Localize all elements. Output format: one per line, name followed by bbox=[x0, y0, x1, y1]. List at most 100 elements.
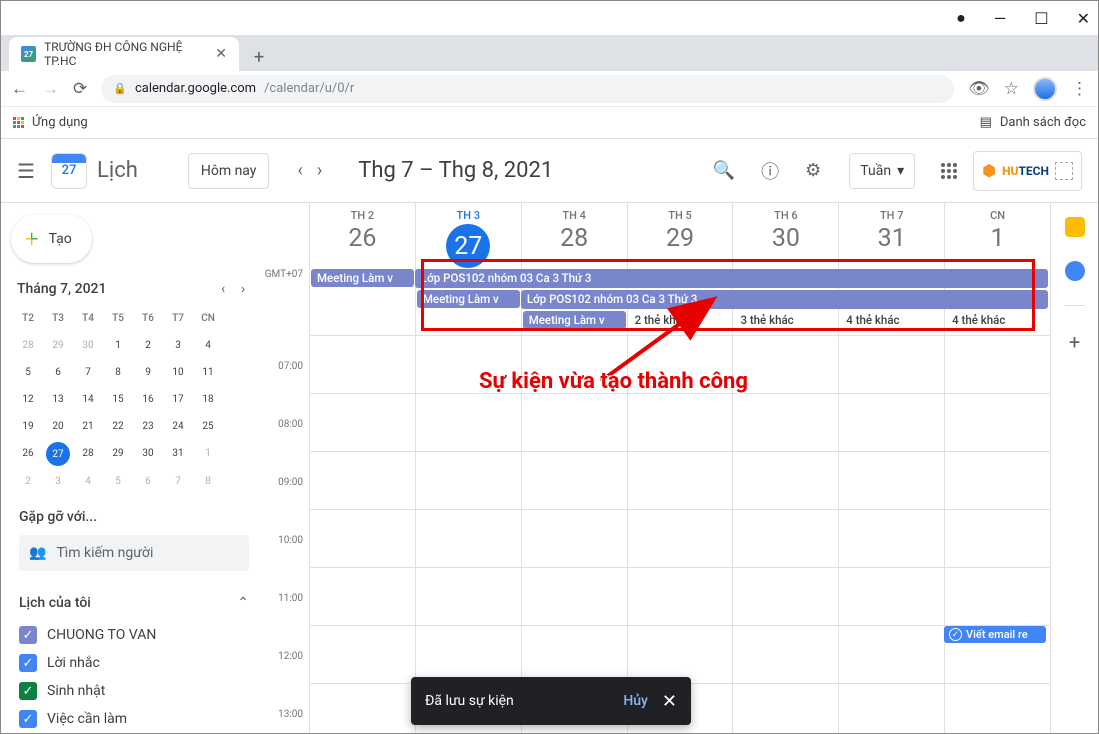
day-column[interactable] bbox=[838, 336, 944, 733]
calendar-item[interactable]: ✓Lời nhắc bbox=[19, 649, 249, 677]
more-events[interactable]: 4 thẻ khác bbox=[840, 311, 943, 329]
next-week-button[interactable]: › bbox=[313, 156, 326, 185]
mini-day[interactable]: 21 bbox=[73, 413, 103, 440]
mini-day[interactable]: 1 bbox=[103, 332, 133, 359]
day-header[interactable]: TH 226 bbox=[309, 203, 415, 268]
checkbox-icon[interactable]: ✓ bbox=[19, 682, 37, 700]
mini-day[interactable]: 8 bbox=[103, 359, 133, 386]
mini-day[interactable]: 25 bbox=[193, 413, 223, 440]
search-people-input[interactable]: 👥 Tìm kiếm người bbox=[19, 535, 249, 571]
mini-day[interactable]: 7 bbox=[73, 359, 103, 386]
mini-day[interactable]: 2 bbox=[13, 468, 43, 495]
calendar-item[interactable]: ✓Sinh nhật bbox=[19, 677, 249, 705]
mini-day[interactable]: 4 bbox=[193, 332, 223, 359]
settings-icon[interactable]: ⚙ bbox=[797, 152, 829, 189]
mini-next-button[interactable]: › bbox=[241, 282, 245, 297]
collapse-icon[interactable]: ⌃ bbox=[237, 595, 249, 611]
mini-day[interactable]: 9 bbox=[133, 359, 163, 386]
mini-day[interactable]: 18 bbox=[193, 386, 223, 413]
day-header[interactable]: TH 630 bbox=[732, 203, 838, 268]
checkbox-icon[interactable]: ✓ bbox=[19, 626, 37, 644]
url-input[interactable]: 🔒 calendar.google.com/calendar/u/0/r bbox=[101, 75, 954, 103]
multi-day-event[interactable]: Lớp POS102 nhóm 03 Ca 3 Thứ 3 bbox=[521, 290, 1048, 309]
more-events[interactable]: 4 thẻ khác bbox=[946, 311, 1049, 329]
mini-day[interactable]: 6 bbox=[43, 359, 73, 386]
mini-day[interactable]: 24 bbox=[163, 413, 193, 440]
maximize-button[interactable]: ☐ bbox=[1034, 9, 1048, 28]
event[interactable]: Meeting Làm v bbox=[523, 311, 626, 329]
reading-list-label[interactable]: Danh sách đọc bbox=[1000, 115, 1086, 130]
mini-day[interactable]: 30 bbox=[133, 440, 163, 467]
more-events[interactable]: 3 thẻ khác bbox=[734, 311, 837, 329]
more-events[interactable]: 2 thẻ khác bbox=[629, 311, 732, 329]
minimize-button[interactable]: — bbox=[994, 9, 1007, 28]
back-button[interactable]: ← bbox=[11, 79, 28, 99]
mini-day[interactable]: 22 bbox=[103, 413, 133, 440]
mini-day[interactable]: 16 bbox=[133, 386, 163, 413]
mini-day[interactable]: 29 bbox=[103, 440, 133, 467]
event[interactable]: Meeting Làm v bbox=[311, 269, 414, 287]
mini-day[interactable]: 30 bbox=[73, 332, 103, 359]
calendar-item[interactable]: ✓Việc cần làm bbox=[19, 705, 249, 733]
day-header[interactable]: TH 529 bbox=[627, 203, 733, 268]
mini-day[interactable]: 8 bbox=[193, 468, 223, 495]
browser-menu-icon[interactable]: ⋮ bbox=[1071, 79, 1088, 99]
mini-day[interactable]: 29 bbox=[43, 332, 73, 359]
day-column[interactable] bbox=[732, 336, 838, 733]
mini-day[interactable]: 10 bbox=[163, 359, 193, 386]
create-button[interactable]: + Tạo bbox=[11, 215, 92, 263]
toast-undo-button[interactable]: Hủy bbox=[623, 693, 648, 709]
mini-day[interactable]: 5 bbox=[103, 468, 133, 495]
org-brand[interactable]: ⬢ HUTECH bbox=[973, 151, 1082, 191]
menu-icon[interactable]: ☰ bbox=[17, 159, 41, 183]
mini-day[interactable]: 31 bbox=[163, 440, 193, 467]
day-header[interactable]: TH 428 bbox=[521, 203, 627, 268]
mini-day[interactable]: 14 bbox=[73, 386, 103, 413]
search-icon[interactable]: 🔍 bbox=[705, 152, 743, 189]
reload-button[interactable]: ⟳ bbox=[73, 79, 87, 99]
mini-day[interactable]: 15 bbox=[103, 386, 133, 413]
help-icon[interactable]: ⓘ bbox=[753, 150, 787, 192]
mini-day[interactable]: 5 bbox=[13, 359, 43, 386]
checkbox-icon[interactable]: ✓ bbox=[19, 654, 37, 672]
day-header[interactable]: TH 327 bbox=[415, 203, 521, 268]
day-column[interactable] bbox=[309, 336, 415, 733]
day-column[interactable] bbox=[627, 336, 733, 733]
google-apps-icon[interactable] bbox=[941, 163, 957, 179]
mini-day[interactable]: 27 bbox=[46, 442, 70, 466]
task-event[interactable]: ✓ Viết email re bbox=[944, 626, 1046, 643]
close-window-button[interactable]: ✕ bbox=[1077, 9, 1090, 28]
mini-day[interactable]: 3 bbox=[163, 332, 193, 359]
checkbox-icon[interactable]: ✓ bbox=[19, 710, 37, 728]
toast-close-icon[interactable]: ✕ bbox=[662, 691, 677, 712]
mini-day[interactable]: 4 bbox=[73, 468, 103, 495]
day-header[interactable]: TH 731 bbox=[838, 203, 944, 268]
mini-day[interactable]: 1 bbox=[193, 440, 223, 467]
mini-day[interactable]: 6 bbox=[133, 468, 163, 495]
keep-icon[interactable] bbox=[1065, 217, 1085, 237]
star-icon[interactable]: ☆ bbox=[1004, 79, 1019, 99]
mini-day[interactable]: 17 bbox=[163, 386, 193, 413]
profile-avatar[interactable] bbox=[1033, 77, 1057, 101]
day-column[interactable] bbox=[944, 336, 1050, 733]
tasks-icon[interactable] bbox=[1065, 261, 1085, 281]
add-panel-icon[interactable]: + bbox=[1069, 330, 1080, 354]
mini-prev-button[interactable]: ‹ bbox=[221, 282, 225, 297]
mini-day[interactable]: 11 bbox=[193, 359, 223, 386]
day-header[interactable]: CN1 bbox=[944, 203, 1050, 268]
mini-day[interactable]: 26 bbox=[13, 440, 43, 467]
today-button[interactable]: Hôm nay bbox=[188, 153, 270, 189]
mini-day[interactable]: 2 bbox=[133, 332, 163, 359]
multi-day-event[interactable]: Lớp POS102 nhóm 03 Ca 3 Thứ 3 bbox=[415, 269, 1048, 288]
prev-week-button[interactable]: ‹ bbox=[293, 156, 306, 185]
apps-icon[interactable] bbox=[13, 117, 24, 128]
mini-day[interactable]: 19 bbox=[13, 413, 43, 440]
day-column[interactable] bbox=[415, 336, 521, 733]
mini-day[interactable]: 28 bbox=[73, 440, 103, 467]
forward-button[interactable]: → bbox=[42, 79, 59, 99]
view-selector[interactable]: Tuần ▾ bbox=[849, 153, 915, 189]
new-tab-button[interactable]: + bbox=[245, 43, 273, 71]
mini-day[interactable]: 12 bbox=[13, 386, 43, 413]
mini-day[interactable]: 7 bbox=[163, 468, 193, 495]
mini-day[interactable]: 23 bbox=[133, 413, 163, 440]
